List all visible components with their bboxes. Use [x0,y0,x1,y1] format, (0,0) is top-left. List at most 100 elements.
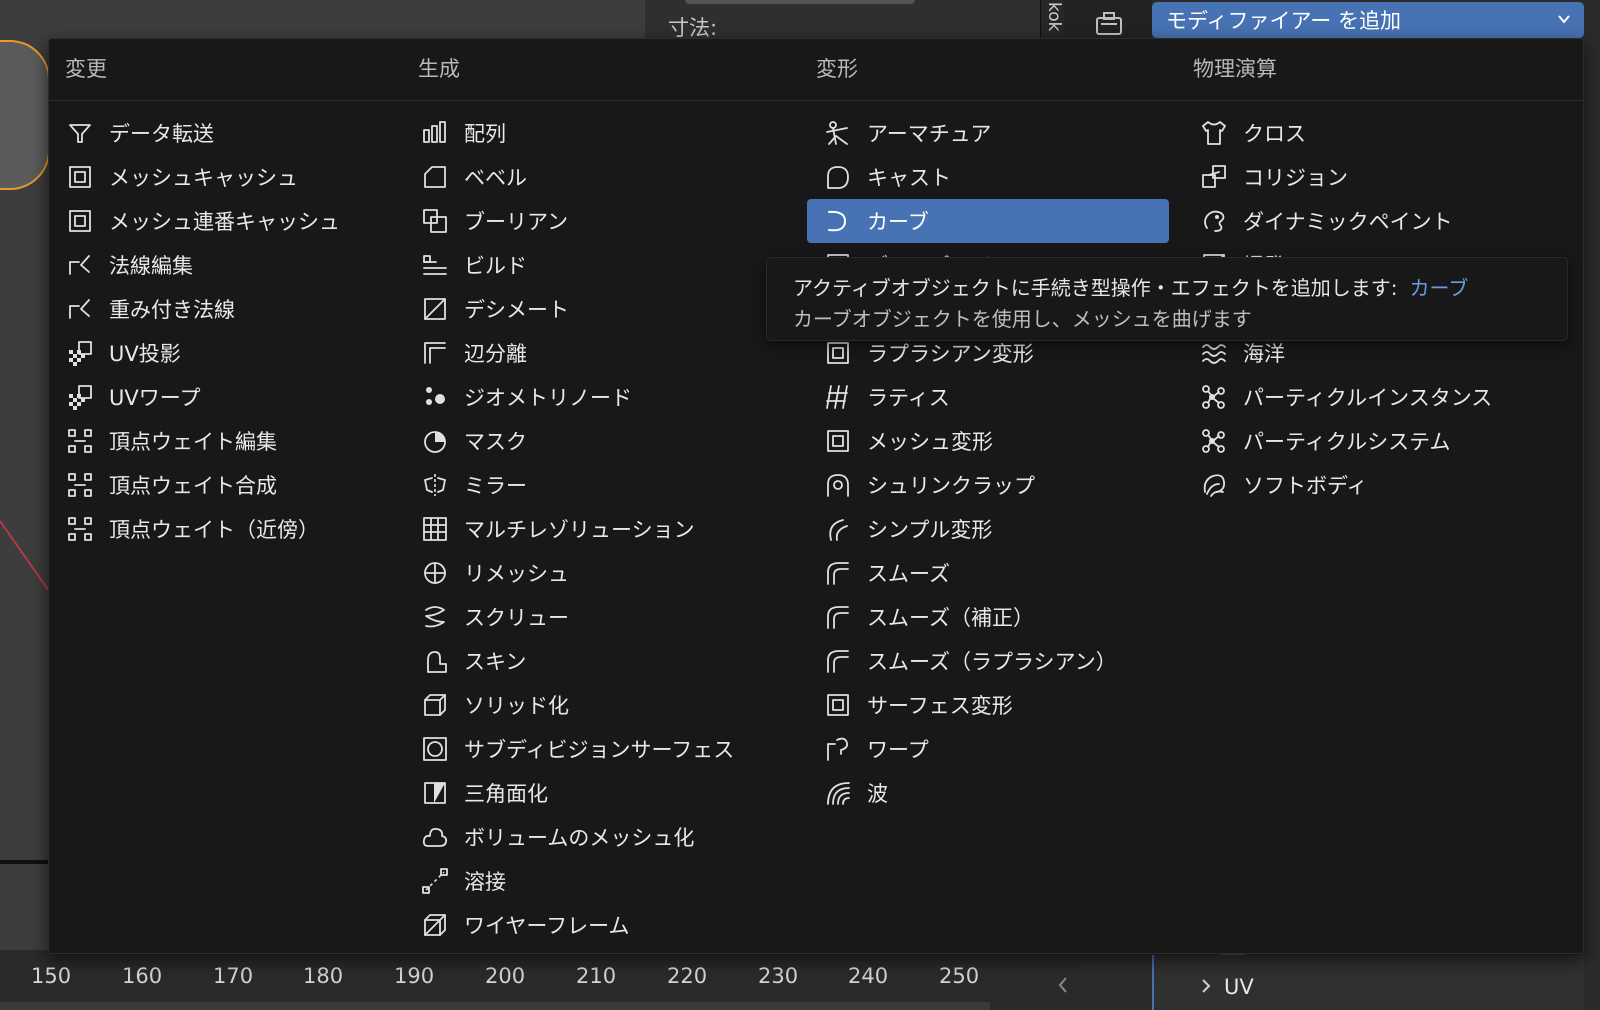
screw-icon [420,602,450,632]
menu-item-weld[interactable]: 溶接 [404,859,794,903]
collision-icon [1199,162,1229,192]
menu-item-geometry-nodes[interactable]: ジオメトリノード [404,375,794,419]
menu-item-label: 溶接 [464,870,506,894]
menu-item-screw[interactable]: スクリュー [404,595,794,639]
remesh-icon [420,558,450,588]
menu-item-label: デシメート [464,298,569,322]
menu-item-curve[interactable]: カーブ [807,199,1169,243]
menu-item-label: カーブ [867,210,929,234]
menu-item-label: UVワープ [109,386,201,410]
menu-item-label: アーマチュア [867,122,992,146]
skin-icon [420,646,450,676]
timeline[interactable]: 150 160 170 180 190 200 210 220 230 240 … [0,950,1085,1010]
chevron-left-icon[interactable] [1058,976,1068,994]
menu-item-label: UV投影 [109,342,181,366]
menu-item-mesh-deform[interactable]: メッシュ変形 [807,419,1169,463]
menu-item-remesh[interactable]: リメッシュ [404,551,794,595]
menu-item-label: 頂点ウェイト合成 [109,474,277,498]
menu-item-warp[interactable]: ワープ [807,727,1169,771]
menu-item-label: ソフトボディ [1243,474,1368,498]
menu-item-vertex-weight-mix[interactable]: 頂点ウェイト合成 [49,463,389,507]
menu-item-label: スクリュー [464,606,569,630]
menu-item-cloth[interactable]: クロス [1183,111,1563,155]
menu-item-build[interactable]: ビルド [404,243,794,287]
menu-item-vertex-weight-proximity[interactable]: 頂点ウェイト（近傍） [49,507,389,551]
tooltip-operator-name: カーブ [1409,276,1469,300]
menu-item-data-transfer[interactable]: データ転送 [49,111,389,155]
menu-item-mask[interactable]: マスク [404,419,794,463]
menu-item-smooth-laplacian[interactable]: スムーズ（ラプラシアン） [807,639,1169,683]
cast-icon [823,162,853,192]
column-generate: 配列 ベベル ブーリアン ビルドデシメート辺分離 ジオメトリノード マスク ミラーマルチレゾ… [404,111,794,947]
menu-item-mirror[interactable]: ミラー [404,463,794,507]
menu-item-dynamic-paint[interactable]: ダイナミックペイント [1183,199,1563,243]
tooltip-detail: カーブオブジェクトを使用し、メッシュを曲げます [793,307,1252,331]
menu-item-label: クロス [1243,122,1306,146]
frame-number: 190 [394,964,435,988]
menu-item-edge-split[interactable]: 辺分離 [404,331,794,375]
selected-object[interactable] [0,40,50,190]
menu-item-label: データ転送 [109,122,214,146]
menu-item-multires[interactable]: マルチレゾリューション [404,507,794,551]
menu-item-smooth[interactable]: スムーズ [807,551,1169,595]
menu-item-boolean[interactable]: ブーリアン [404,199,794,243]
column-title-generate: 生成 [418,57,460,81]
menu-item-label: サーフェス変形 [867,694,1013,718]
solidify-icon [420,690,450,720]
tooltip-description: アクティブオブジェクトに手続き型操作・エフェクトを追加します: [793,276,1398,300]
menu-item-surface-deform[interactable]: サーフェス変形 [807,683,1169,727]
menu-item-weighted-normal[interactable]: 重み付き法線 [49,287,389,331]
menu-item-label: 波 [867,782,888,806]
menu-item-label: スムーズ（補正） [867,606,1034,630]
cloth-icon [1199,118,1229,148]
menu-item-decimate[interactable]: デシメート [404,287,794,331]
timeline-scrollbar[interactable] [0,1002,990,1010]
menu-item-cast[interactable]: キャスト [807,155,1169,199]
menu-item-mesh-sequence-cache[interactable]: メッシュ連番キャッシュ [49,199,389,243]
menu-item-mesh-cache[interactable]: メッシュキャッシュ [49,155,389,199]
surface-deform-icon [823,690,853,720]
x-axis-line [0,520,53,596]
menu-item-label: 頂点ウェイト編集 [109,430,277,454]
smooth-corrective-icon [823,602,853,632]
menu-item-lattice[interactable]: ラティス [807,375,1169,419]
menu-item-wave[interactable]: 波 [807,771,1169,815]
menu-item-subsurf[interactable]: サブディビジョンサーフェス [404,727,794,771]
sidebar-vertical-tab[interactable]: kok [1040,0,1064,40]
menu-item-smooth-corrective[interactable]: スムーズ（補正） [807,595,1169,639]
uv-panel-header[interactable]: UV [1152,955,1584,1010]
add-modifier-dropdown[interactable]: モディファイアー を追加 [1152,2,1584,38]
menu-item-label: 頂点ウェイト（近傍） [109,518,319,542]
menu-item-volume-to-mesh[interactable]: ボリュームのメッシュ化 [404,815,794,859]
menu-item-label: ワープ [867,738,929,762]
menu-item-wireframe[interactable]: ワイヤーフレーム [404,903,794,947]
menu-item-label: マルチレゾリューション [464,518,695,542]
sidebar-field[interactable] [685,0,915,4]
menu-item-label: ボリュームのメッシュ化 [464,826,695,850]
menu-item-triangulate[interactable]: 三角面化 [404,771,794,815]
menu-item-uv-project[interactable]: UV投影 [49,331,389,375]
menu-item-solidify[interactable]: ソリッド化 [404,683,794,727]
mesh-deform-icon [823,426,853,456]
menu-item-label: 重み付き法線 [109,298,235,322]
menu-item-particle-system[interactable]: パーティクルシステム [1183,419,1563,463]
menu-item-skin[interactable]: スキン [404,639,794,683]
menu-item-shrinkwrap[interactable]: シュリンクラップ [807,463,1169,507]
menu-item-label: 法線編集 [109,254,193,278]
menu-item-uv-warp[interactable]: UVワープ [49,375,389,419]
menu-item-soft-body[interactable]: ソフトボディ [1183,463,1563,507]
column-edit: データ転送メッシュキャッシュ メッシュ連番キャッシュ法線編集重み付き法線 UV投影 U… [49,111,389,551]
menu-item-bevel[interactable]: ベベル [404,155,794,199]
menu-item-array[interactable]: 配列 [404,111,794,155]
menu-item-simple-deform[interactable]: シンプル変形 [807,507,1169,551]
tooltip: アクティブオブジェクトに手続き型操作・エフェクトを追加します: カーブ カーブオブ… [766,257,1568,341]
menu-item-collision[interactable]: コリジョン [1183,155,1563,199]
modifier-tab-icon[interactable] [1095,10,1123,36]
menu-item-armature[interactable]: アーマチュア [807,111,1169,155]
menu-item-normal-edit[interactable]: 法線編集 [49,243,389,287]
menu-item-vertex-weight-edit[interactable]: 頂点ウェイト編集 [49,419,389,463]
menu-item-particle-instance[interactable]: パーティクルインスタンス [1183,375,1563,419]
menu-item-label: リメッシュ [464,562,569,586]
menu-item-label: キャスト [867,166,951,190]
menu-header: 変更 生成 変形 物理演算 [49,39,1583,101]
